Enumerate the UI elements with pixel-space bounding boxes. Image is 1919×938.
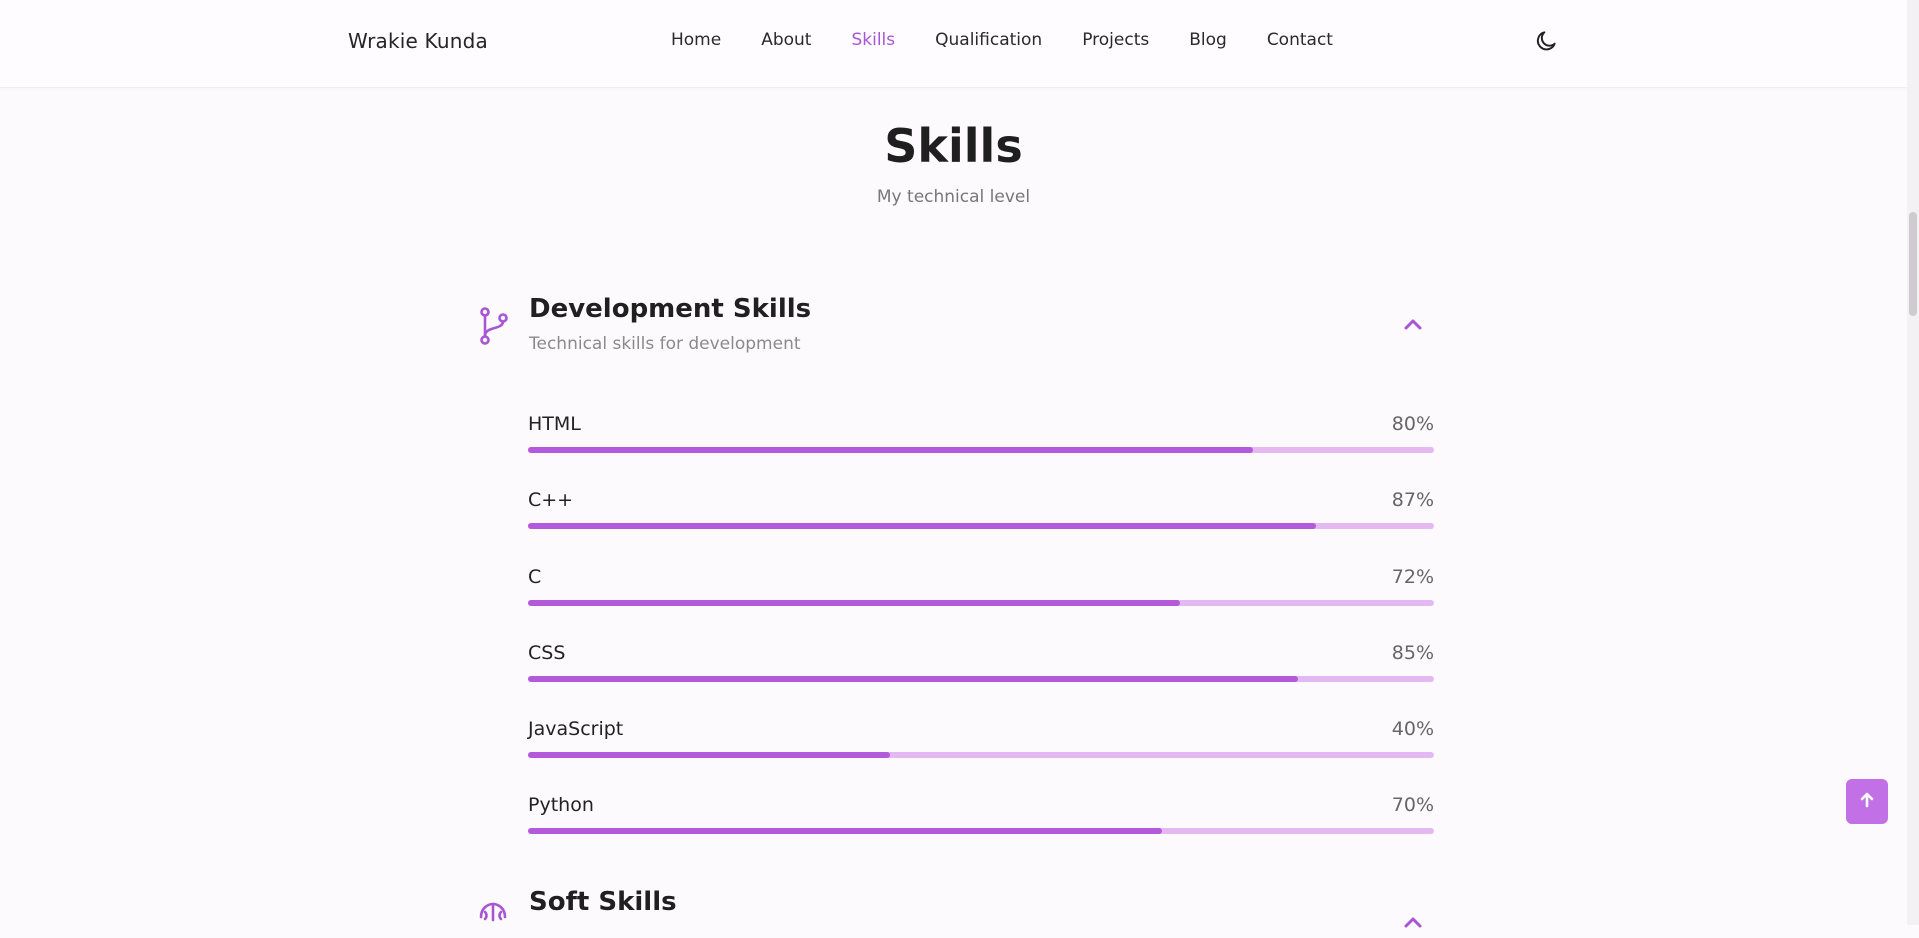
section-subtitle: My technical level — [876, 187, 1031, 207]
skill-percent: 87% — [1391, 489, 1434, 511]
skill-percent: 70% — [1391, 794, 1434, 816]
skill-name: JavaScript — [528, 718, 624, 740]
skill-bar-fill — [528, 600, 1181, 606]
skill-row: Python 70% — [528, 794, 1434, 846]
skill-percent: 72% — [1391, 566, 1434, 588]
skill-bar-track — [528, 752, 1434, 758]
site-header: Wrakie Kunda Home About Skills Qualifica… — [0, 0, 1907, 88]
group-title-soft[interactable]: Soft Skills — [529, 887, 677, 917]
skill-row: C 72% — [528, 566, 1434, 618]
skill-bar-fill — [528, 828, 1163, 834]
skill-row: C++ 87% — [528, 489, 1434, 541]
skill-bar-fill — [528, 752, 891, 758]
skill-percent: 80% — [1391, 413, 1434, 435]
skill-bar-track — [528, 523, 1434, 529]
skill-bar-track — [528, 600, 1434, 606]
chevron-up-icon[interactable] — [1401, 314, 1425, 334]
skill-name: C — [528, 566, 542, 588]
nav-contact[interactable]: Contact — [1267, 30, 1333, 50]
scrollbar-thumb[interactable] — [1909, 212, 1917, 316]
branch-icon — [477, 306, 511, 346]
moon-icon[interactable] — [1533, 28, 1559, 54]
skill-name: CSS — [528, 642, 566, 664]
nav-qualification[interactable]: Qualification — [935, 30, 1042, 50]
skill-name: Python — [528, 794, 594, 816]
brain-icon — [476, 900, 510, 934]
skill-name: HTML — [528, 413, 581, 435]
chevron-up-icon[interactable] — [1401, 912, 1425, 932]
skill-bar-fill — [528, 523, 1317, 529]
skill-bar-track — [528, 447, 1434, 453]
skill-row: JavaScript 40% — [528, 718, 1434, 770]
main-nav: Home About Skills Qualification Projects… — [671, 30, 1373, 50]
scrollbar-track[interactable] — [1907, 0, 1919, 925]
skill-row: HTML 80% — [528, 413, 1434, 465]
skill-bar-fill — [528, 676, 1299, 682]
nav-skills[interactable]: Skills — [851, 30, 895, 50]
scroll-up-button[interactable] — [1846, 779, 1888, 824]
skill-bar-track — [528, 828, 1434, 834]
skill-percent: 85% — [1391, 642, 1434, 664]
skill-name: C++ — [528, 489, 574, 511]
section-title: Skills — [884, 119, 1023, 173]
arrow-up-icon — [1858, 791, 1876, 813]
skill-row: CSS 85% — [528, 642, 1434, 694]
skill-bar-fill — [528, 447, 1253, 453]
skill-percent: 40% — [1391, 718, 1434, 740]
brand-logo[interactable]: Wrakie Kunda — [348, 29, 488, 53]
nav-home[interactable]: Home — [671, 30, 721, 50]
nav-projects[interactable]: Projects — [1082, 30, 1149, 50]
nav-blog[interactable]: Blog — [1189, 30, 1227, 50]
group-title-development[interactable]: Development Skills — [529, 294, 811, 324]
group-subtitle-development: Technical skills for development — [529, 334, 801, 354]
skill-bar-track — [528, 676, 1434, 682]
nav-about[interactable]: About — [761, 30, 811, 50]
